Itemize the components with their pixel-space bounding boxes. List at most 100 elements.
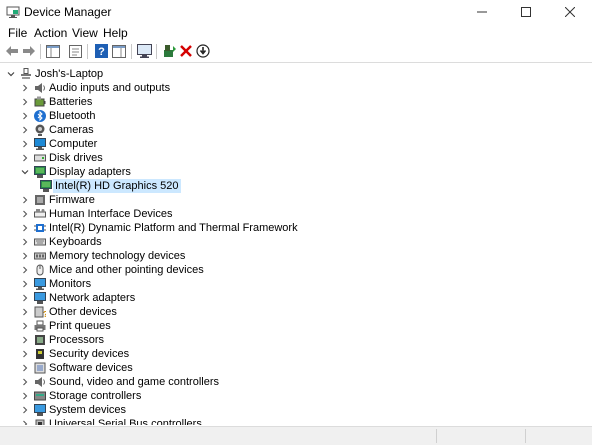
tree-category-display-adapters[interactable]: Display adapters: [20, 165, 131, 179]
disable-device-button[interactable]: [195, 43, 211, 59]
tree-category-other-devices[interactable]: ?Other devices: [20, 305, 117, 319]
tree-category-security-devices[interactable]: Security devices: [20, 347, 129, 361]
tree-category-intel-r-dynamic-platform-and-thermal-framework[interactable]: Intel(R) Dynamic Platform and Thermal Fr…: [20, 221, 298, 235]
tree-category-firmware[interactable]: Firmware: [20, 193, 95, 207]
menu-file[interactable]: File: [8, 26, 27, 40]
properties-icon: [68, 44, 82, 58]
tree-category-software-devices[interactable]: Software devices: [20, 361, 133, 375]
tree-item-label: Storage controllers: [49, 390, 142, 402]
menu-bar: File Action View Help: [0, 25, 592, 41]
disk-drive-icon: [34, 152, 46, 164]
chevron-right-icon[interactable]: [20, 417, 30, 425]
storage-icon: [34, 390, 46, 402]
chevron-right-icon[interactable]: [20, 81, 30, 95]
system-device-icon: [34, 404, 46, 416]
tree-category-keyboards[interactable]: Keyboards: [20, 235, 102, 249]
chevron-right-icon[interactable]: [20, 235, 30, 249]
chevron-right-icon[interactable]: [20, 249, 30, 263]
chevron-right-icon[interactable]: [20, 403, 30, 417]
close-button[interactable]: [548, 0, 592, 24]
show-hide-console-tree-button[interactable]: [45, 43, 61, 59]
chevron-right-icon[interactable]: [20, 277, 30, 291]
device-tree[interactable]: Josh's-Laptop Audio inputs and outputs Ba…: [0, 63, 592, 425]
toolbar-separator: [87, 44, 88, 59]
console-tree-icon: [46, 44, 60, 58]
tree-category-audio-inputs-and-outputs[interactable]: Audio inputs and outputs: [20, 81, 170, 95]
tree-category-processors[interactable]: Processors: [20, 333, 104, 347]
tree-item-label: Firmware: [49, 194, 95, 206]
battery-icon: [34, 96, 46, 108]
chevron-right-icon[interactable]: [20, 305, 30, 319]
toolbar: ?: [0, 41, 592, 63]
uninstall-device-button[interactable]: [178, 43, 194, 59]
forward-button[interactable]: [21, 43, 37, 59]
minimize-button[interactable]: [460, 0, 504, 24]
chevron-right-icon[interactable]: [20, 151, 30, 165]
chevron-right-icon[interactable]: [20, 207, 30, 221]
tree-category-network-adapters[interactable]: Network adapters: [20, 291, 135, 305]
chevron-right-icon[interactable]: [20, 263, 30, 277]
firmware-icon: [34, 194, 46, 206]
tree-category-storage-controllers[interactable]: Storage controllers: [20, 389, 141, 403]
tree-item-label: Sound, video and game controllers: [49, 376, 219, 388]
toolbar-separator: [40, 44, 41, 59]
tree-category-sound-video-and-game-controllers[interactable]: Sound, video and game controllers: [20, 375, 219, 389]
tree-device-intel-r-hd-graphics-520[interactable]: Intel(R) HD Graphics 520: [36, 179, 181, 193]
tree-item-label: Monitors: [49, 278, 92, 290]
tree-item-label: Disk drives: [49, 152, 103, 164]
keyboard-icon: [34, 236, 46, 248]
chevron-right-icon[interactable]: [20, 333, 30, 347]
tree-item-label: Computer: [49, 138, 98, 150]
chevron-right-icon[interactable]: [20, 109, 30, 123]
tree-item-label: Print queues: [49, 320, 111, 332]
chevron-right-icon[interactable]: [20, 361, 30, 375]
menu-view[interactable]: View: [72, 26, 98, 40]
menu-help[interactable]: Help: [103, 26, 128, 40]
tree-category-computer[interactable]: Computer: [20, 137, 97, 151]
scan-hardware-button[interactable]: [136, 43, 152, 59]
tree-category-batteries[interactable]: Batteries: [20, 95, 92, 109]
tree-item-label: Keyboards: [49, 236, 102, 248]
tree-category-bluetooth[interactable]: Bluetooth: [20, 109, 95, 123]
svg-text:?: ?: [98, 46, 105, 58]
chevron-right-icon[interactable]: [20, 389, 30, 403]
tree-category-cameras[interactable]: Cameras: [20, 123, 94, 137]
chevron-down-icon[interactable]: [6, 67, 16, 81]
tree-root[interactable]: Josh's-Laptop: [6, 67, 103, 81]
chevron-right-icon[interactable]: [20, 319, 30, 333]
action-pane-icon: [112, 44, 126, 58]
chevron-right-icon[interactable]: [20, 137, 30, 151]
maximize-button[interactable]: [504, 0, 548, 24]
status-bar-divider: [525, 429, 526, 443]
tree-category-monitors[interactable]: Monitors: [20, 277, 91, 291]
chevron-right-icon[interactable]: [20, 193, 30, 207]
display-adapter-icon: [40, 180, 52, 192]
tree-category-human-interface-devices[interactable]: Human Interface Devices: [20, 207, 173, 221]
tree-category-disk-drives[interactable]: Disk drives: [20, 151, 103, 165]
tree-category-universal-serial-bus-controllers[interactable]: Universal Serial Bus controllers: [20, 417, 202, 425]
tree-category-mice-and-other-pointing-devices[interactable]: Mice and other pointing devices: [20, 263, 204, 277]
memory-icon: [34, 250, 46, 262]
chevron-right-icon[interactable]: [20, 347, 30, 361]
tree-item-label: Memory technology devices: [49, 250, 186, 262]
chevron-down-icon[interactable]: [20, 165, 30, 179]
mouse-icon: [34, 264, 46, 276]
chevron-right-icon[interactable]: [20, 123, 30, 137]
tree-item-label: Processors: [49, 334, 105, 346]
back-button[interactable]: [4, 43, 20, 59]
properties-button[interactable]: [67, 43, 83, 59]
update-driver-button[interactable]: [162, 43, 178, 59]
tree-item-label: Display adapters: [49, 166, 131, 178]
chevron-right-icon[interactable]: [20, 291, 30, 305]
menu-action[interactable]: Action: [34, 26, 67, 40]
tree-category-memory-technology-devices[interactable]: Memory technology devices: [20, 249, 185, 263]
action-pane-button[interactable]: [111, 43, 127, 59]
chevron-right-icon[interactable]: [20, 95, 30, 109]
help-button[interactable]: ?: [93, 43, 109, 59]
tree-item-label: Human Interface Devices: [49, 208, 173, 220]
minimize-icon: [477, 11, 487, 13]
tree-category-print-queues[interactable]: Print queues: [20, 319, 111, 333]
chevron-right-icon[interactable]: [20, 221, 30, 235]
tree-category-system-devices[interactable]: System devices: [20, 403, 126, 417]
chevron-right-icon[interactable]: [20, 375, 30, 389]
